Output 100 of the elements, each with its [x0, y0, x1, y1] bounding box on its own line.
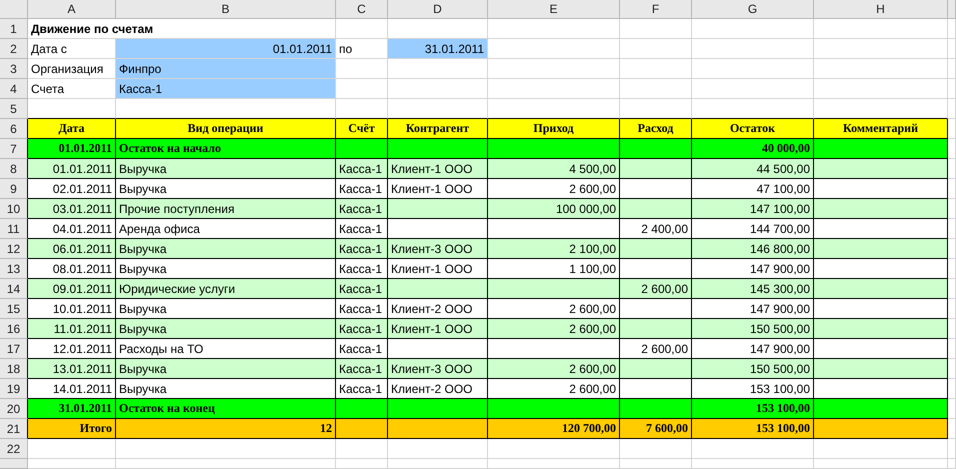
- sheet-cell[interactable]: [814, 459, 948, 469]
- sheet-cell[interactable]: [388, 439, 488, 459]
- row-header[interactable]: 3: [0, 59, 28, 79]
- sheet-cell[interactable]: [948, 419, 956, 439]
- row-header[interactable]: 19: [0, 379, 28, 399]
- sheet-cell[interactable]: [116, 439, 336, 459]
- column-header[interactable]: G: [692, 0, 814, 19]
- sheet-cell[interactable]: [948, 119, 956, 139]
- input-field[interactable]: Касса-1: [116, 79, 336, 99]
- date-field[interactable]: 31.01.2011: [388, 39, 488, 59]
- column-header[interactable]: H: [814, 0, 948, 19]
- row-header[interactable]: 17: [0, 339, 28, 359]
- sheet-cell[interactable]: [948, 219, 956, 239]
- column-header[interactable]: [948, 0, 956, 19]
- sheet-cell[interactable]: [948, 319, 956, 339]
- sheet-cell[interactable]: [948, 239, 956, 259]
- sheet-cell[interactable]: [948, 399, 956, 419]
- sheet-cell[interactable]: [948, 79, 956, 99]
- sheet-cell[interactable]: [948, 279, 956, 299]
- column-header[interactable]: B: [116, 0, 336, 19]
- sheet-cell[interactable]: [488, 39, 620, 59]
- sheet-cell[interactable]: [948, 19, 956, 39]
- row-header[interactable]: 4: [0, 79, 28, 99]
- sheet-cell[interactable]: [336, 439, 388, 459]
- sheet-cell[interactable]: [28, 439, 116, 459]
- sheet-cell[interactable]: [814, 19, 948, 39]
- sheet-cell[interactable]: [620, 19, 692, 39]
- sheet-cell[interactable]: [948, 299, 956, 319]
- row-header[interactable]: 12: [0, 239, 28, 259]
- sheet-cell[interactable]: [948, 339, 956, 359]
- sheet-cell[interactable]: [388, 79, 488, 99]
- sheet-cell[interactable]: [28, 459, 116, 469]
- sheet-cell[interactable]: [488, 459, 620, 469]
- sheet-cell[interactable]: [336, 19, 388, 39]
- row-header[interactable]: 7: [0, 139, 28, 159]
- sheet-cell[interactable]: [620, 459, 692, 469]
- date-field[interactable]: 01.01.2011: [116, 39, 336, 59]
- sheet-cell[interactable]: [336, 459, 388, 469]
- sheet-cell[interactable]: [692, 79, 814, 99]
- row-header[interactable]: 6: [0, 119, 28, 139]
- sheet-cell[interactable]: [948, 139, 956, 159]
- row-header[interactable]: 13: [0, 259, 28, 279]
- sheet-cell[interactable]: [620, 79, 692, 99]
- sheet-cell[interactable]: [692, 59, 814, 79]
- row-header[interactable]: 8: [0, 159, 28, 179]
- row-header[interactable]: 9: [0, 179, 28, 199]
- select-all-button[interactable]: [0, 0, 28, 19]
- sheet-cell[interactable]: [336, 59, 388, 79]
- sheet-cell[interactable]: [814, 439, 948, 459]
- sheet-cell[interactable]: [948, 439, 956, 459]
- row-header[interactable]: 1: [0, 19, 28, 39]
- row-header[interactable]: 5: [0, 99, 28, 119]
- table-cell: Выручка: [116, 359, 336, 379]
- row-header[interactable]: 15: [0, 299, 28, 319]
- sheet-cell[interactable]: [692, 459, 814, 469]
- row-header[interactable]: 2: [0, 39, 28, 59]
- row-header[interactable]: 14: [0, 279, 28, 299]
- column-header[interactable]: C: [336, 0, 388, 19]
- table-cell: 13.01.2011: [28, 359, 116, 379]
- sheet-cell[interactable]: [948, 39, 956, 59]
- sheet-cell[interactable]: [814, 39, 948, 59]
- sheet-cell[interactable]: [948, 179, 956, 199]
- row-header[interactable]: 22: [0, 439, 28, 459]
- sheet-cell[interactable]: [948, 59, 956, 79]
- sheet-cell[interactable]: [488, 79, 620, 99]
- column-header[interactable]: D: [388, 0, 488, 19]
- sheet-cell[interactable]: [948, 99, 956, 119]
- sheet-cell[interactable]: [948, 379, 956, 399]
- column-header[interactable]: E: [488, 0, 620, 19]
- sheet-cell[interactable]: [692, 39, 814, 59]
- column-header[interactable]: F: [620, 0, 692, 19]
- sheet-cell[interactable]: [948, 159, 956, 179]
- sheet-cell[interactable]: [948, 359, 956, 379]
- row-header[interactable]: 11: [0, 219, 28, 239]
- sheet-cell[interactable]: [488, 439, 620, 459]
- row-header[interactable]: 18: [0, 359, 28, 379]
- sheet-cell[interactable]: [692, 19, 814, 39]
- sheet-cell[interactable]: [620, 439, 692, 459]
- input-field[interactable]: Финпро: [116, 59, 336, 79]
- sheet-cell[interactable]: [948, 459, 956, 469]
- sheet-cell[interactable]: [388, 59, 488, 79]
- row-header[interactable]: 20: [0, 399, 28, 419]
- sheet-cell[interactable]: [692, 439, 814, 459]
- row-header[interactable]: 21: [0, 419, 28, 439]
- sheet-cell[interactable]: [620, 59, 692, 79]
- sheet-cell[interactable]: [814, 79, 948, 99]
- sheet-cell[interactable]: [948, 199, 956, 219]
- sheet-cell[interactable]: [814, 59, 948, 79]
- sheet-cell[interactable]: [488, 59, 620, 79]
- column-header[interactable]: A: [28, 0, 116, 19]
- row-header[interactable]: [0, 459, 28, 469]
- sheet-cell[interactable]: [336, 79, 388, 99]
- table-cell: Остаток на начало: [116, 139, 336, 159]
- sheet-cell[interactable]: [116, 459, 336, 469]
- row-header[interactable]: 10: [0, 199, 28, 219]
- sheet-cell[interactable]: [620, 39, 692, 59]
- row-header[interactable]: 16: [0, 319, 28, 339]
- sheet-cell[interactable]: [388, 459, 488, 469]
- sheet-cell[interactable]: [948, 259, 956, 279]
- sheet-cell[interactable]: [488, 19, 620, 39]
